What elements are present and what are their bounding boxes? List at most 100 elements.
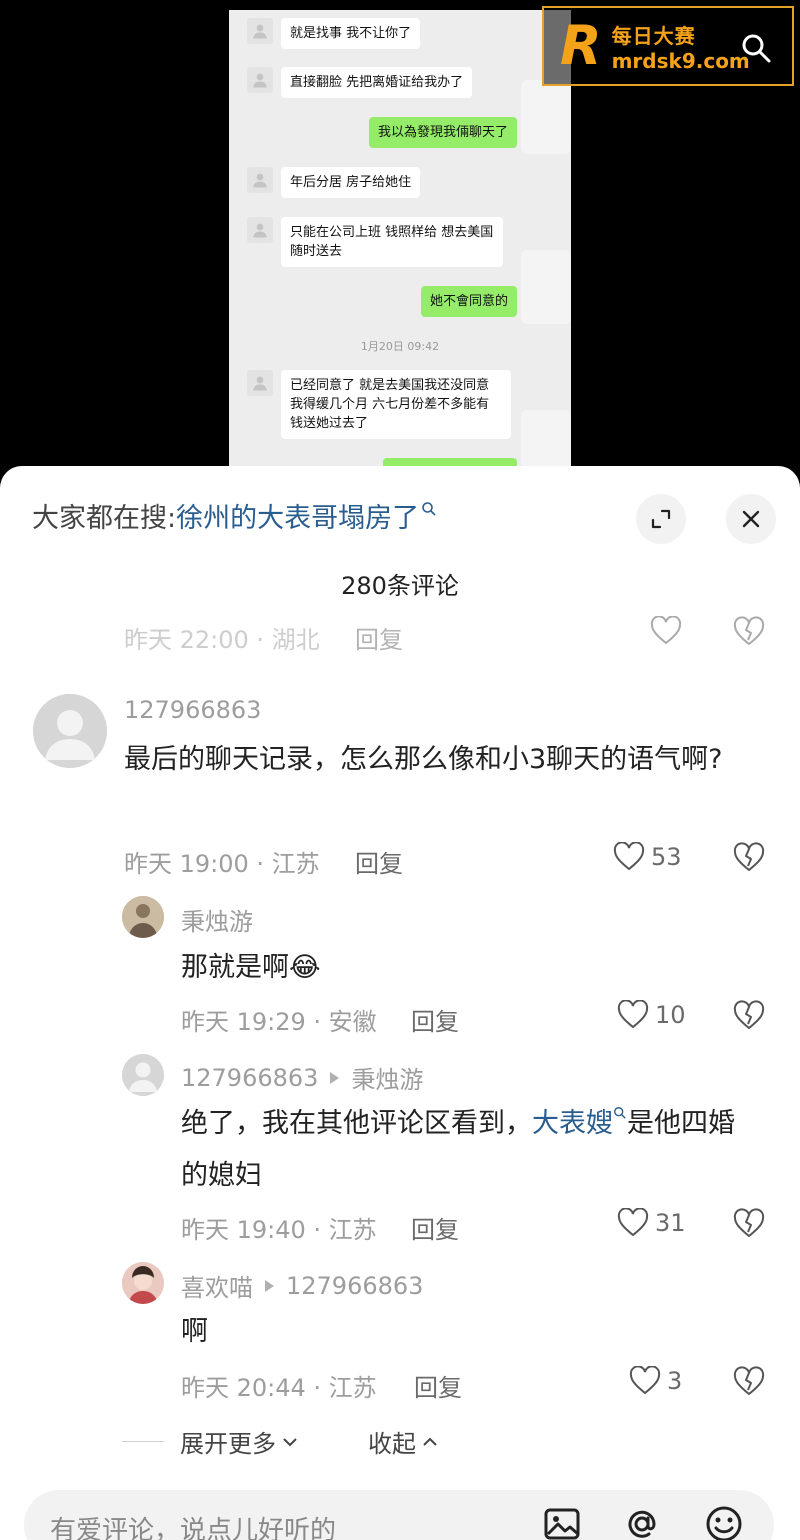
chat-timestamp: 1月20日 09:42 [360,340,440,353]
collapse-label: 收起 [368,1430,416,1458]
broken-heart-icon[interactable] [733,616,765,648]
expand-button[interactable] [636,494,686,544]
comment-username[interactable]: 127966863 [181,1064,318,1092]
comment-text: 最后的聊天记录，怎么那么像和小3聊天的语气啊? [124,744,723,775]
chat-avatar-icon [247,18,273,44]
chat-bubble: 已经同意了 就是去美国我还没同意 我得缓几个月 六七月份差不多能有钱送她过去了 [281,370,511,439]
chat-bubble: 直接翻脸 先把离婚证给我办了 [281,67,473,98]
comment-username-row: 127966863 秉烛游 [181,1060,423,1095]
collapse-button[interactable]: 收起 [368,1424,440,1459]
watermark-name: 每日大赛 [611,23,696,48]
reply-button[interactable]: 回复 [411,1210,459,1245]
comment-input-placeholder[interactable]: 有爱评论，说点儿好听的 [50,1510,336,1540]
search-icon [422,501,436,516]
comment-count: 280条评论 [341,572,459,600]
reply-button[interactable]: 回复 [355,620,403,655]
like-count: 53 [651,843,682,871]
blur-decoration [521,250,571,324]
chat-avatar-icon [247,217,273,243]
chat-bubble: 我以為發現我倆聊天了 [368,117,517,148]
like-count: 3 [667,1367,683,1395]
watermark-letter: R [560,14,602,77]
broken-heart-icon[interactable] [733,842,765,874]
heart-icon [629,1366,661,1395]
reply-arrow-icon [330,1071,340,1084]
chat-message: 我以為發現我倆聊天了 [368,117,517,148]
broken-heart-icon[interactable] [733,1208,765,1240]
chat-message: 直接翻脸 先把离婚证给我办了 [247,67,473,98]
default-avatar-icon [122,1054,164,1096]
chat-message: 已经同意了 就是去美国我还没同意 我得缓几个月 六七月份差不多能有钱送她过去了 [247,370,511,439]
default-avatar-icon [33,694,107,768]
thread-controls: 展开更多 收起 [122,1424,440,1459]
reply-arrow-icon [265,1279,274,1292]
trending-search[interactable]: 大家都在搜: 徐州的大表哥塌房了 [32,496,437,535]
heart-icon [617,1208,649,1237]
search-icon [742,34,771,63]
comment-search-link[interactable]: 大表嫂 [532,1108,613,1139]
comment-username-row: 喜欢喵 127966863 [181,1268,423,1303]
at-icon[interactable] [622,1504,662,1540]
comment-meta: 昨天 19:29 · 安徽 [181,1008,377,1036]
expand-more-button[interactable]: 展开更多 [180,1424,300,1459]
avatar[interactable] [122,1262,164,1304]
chat-screenshot: 就是找事 我不让你了 直接翻脸 先把离婚证给我办了 我以為發現我倆聊天了 年后分… [229,10,571,470]
broken-heart-icon[interactable] [733,1000,765,1032]
expand-more-label: 展开更多 [180,1430,276,1458]
chat-avatar-icon [247,167,273,193]
reply-button[interactable]: 回复 [355,844,403,879]
user-photo-icon [122,1262,164,1304]
divider [122,1441,164,1442]
comment-panel: 大家都在搜: 徐州的大表哥塌房了 280条评论 昨天 22:00 · 湖北 回复… [0,466,800,1540]
emoji-icon[interactable] [704,1504,744,1540]
user-photo-icon [122,896,164,938]
heart-icon [613,842,645,871]
like-button[interactable]: 31 [617,1208,686,1238]
comment-text: 啊 [181,1316,208,1347]
like-count: 31 [655,1209,686,1237]
comment-username[interactable]: 喜欢喵 [181,1268,253,1303]
blur-decoration [521,410,571,470]
comment-text: 绝了，我在其他评论区看到，大表嫂 是他四婚的媳妇 [181,1098,761,1202]
comment-meta: 昨天 22:00 · 湖北 [124,626,320,654]
comment-meta: 昨天 19:00 · 江苏 [124,850,320,878]
avatar[interactable] [122,1054,164,1096]
blur-decoration [521,80,571,154]
reply-to-username[interactable]: 127966863 [286,1272,423,1300]
expand-icon [651,509,671,529]
trending-search-link[interactable]: 徐州的大表哥塌房了 [176,496,419,535]
chat-bubble: 就是找事 我不让你了 [281,18,421,49]
chevron-up-icon [423,1437,437,1446]
trending-search-prefix: 大家都在搜: [32,503,177,534]
like-button[interactable]: 10 [617,1000,686,1030]
comment-username[interactable]: 127966863 [124,696,261,724]
heart-icon [617,1000,649,1029]
watermark-logo: R 每日大赛 mrdsk9.com [542,6,794,86]
chat-message: 就是找事 我不让你了 [247,18,421,49]
video-area[interactable]: 就是找事 我不让你了 直接翻脸 先把离婚证给我办了 我以為發現我倆聊天了 年后分… [0,0,800,470]
like-button[interactable]: 53 [613,842,682,872]
chat-bubble: 只能在公司上班 钱照样给 想去美国随时送去 [281,217,503,267]
like-button[interactable] [650,616,688,646]
reply-button[interactable]: 回复 [411,1002,459,1037]
chat-message: 年后分居 房子给她住 [247,167,421,198]
broken-heart-icon[interactable] [733,1366,765,1398]
avatar[interactable] [33,694,107,768]
image-icon[interactable] [542,1504,582,1540]
comment-input-bar[interactable]: 有爱评论，说点儿好听的 [24,1490,774,1540]
comment-meta: 昨天 20:44 · 江苏 [181,1374,377,1402]
chat-message: 她不會同意的 [420,286,517,317]
chat-avatar-icon [247,67,273,93]
like-button[interactable]: 3 [629,1366,682,1396]
heart-icon [650,616,682,645]
avatar[interactable] [122,896,164,938]
comment-text: 那就是啊😂 [181,952,321,983]
close-button[interactable] [726,494,776,544]
like-count: 10 [655,1001,686,1029]
reply-button[interactable]: 回复 [414,1368,462,1403]
chat-message: 只能在公司上班 钱照样给 想去美国随时送去 [247,217,503,267]
comment-username[interactable]: 秉烛游 [181,902,253,937]
close-icon [742,510,760,528]
chat-avatar-icon [247,370,273,396]
reply-to-username[interactable]: 秉烛游 [351,1060,423,1095]
